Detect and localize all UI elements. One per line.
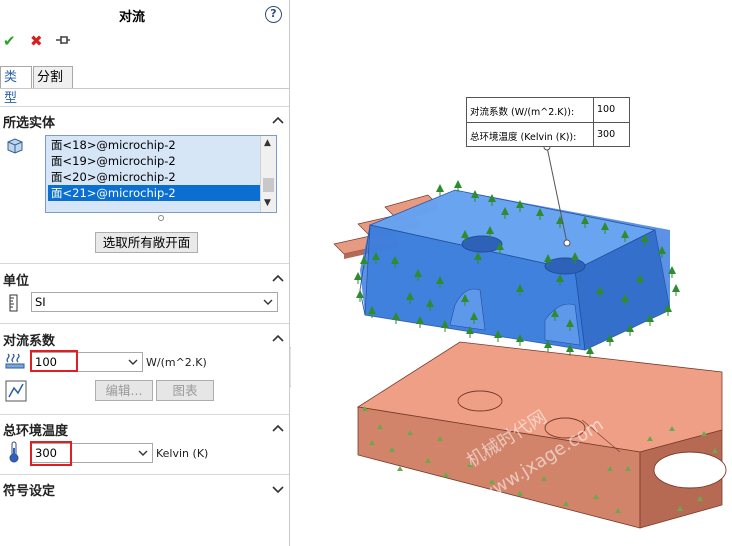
select-all-open-faces-button[interactable]: 选取所有敞开面: [95, 232, 198, 253]
list-item-selected[interactable]: 面<21>@microchip-2: [48, 185, 260, 201]
list-items: 面<18>@microchip-2 面<19>@microchip-2 面<20…: [48, 137, 260, 201]
section-divider: [0, 414, 289, 415]
section-divider: [0, 106, 289, 107]
convection-unit-label: W/(m^2.K): [146, 356, 207, 369]
section-divider: [0, 263, 289, 264]
chevron-down-icon[interactable]: [272, 483, 284, 495]
chart-button[interactable]: 图表: [156, 380, 214, 401]
temperature-unit-label: Kelvin (K): [156, 447, 209, 460]
section-title-selected-entities: 所选实体: [3, 116, 56, 131]
base-plate[interactable]: [356, 341, 727, 529]
callout-divider: [467, 122, 629, 123]
ruler-icon: [9, 294, 19, 315]
list-scrollbar[interactable]: ▲ ▼: [260, 136, 276, 212]
callout-target: [563, 239, 571, 247]
chevron-up-icon[interactable]: [272, 115, 284, 127]
selected-faces-list[interactable]: 面<18>@microchip-2 面<19>@microchip-2 面<20…: [45, 135, 277, 213]
section-divider: [0, 474, 289, 475]
chevron-down-icon: [261, 293, 275, 311]
app-root: 对流 ? ✔ ✖ 类型 分割 所选实体 面<18>@microchip-2 面<: [0, 0, 732, 546]
chevron-down-icon: [126, 353, 140, 371]
list-item[interactable]: 面<19>@microchip-2: [48, 153, 260, 169]
chevron-up-icon[interactable]: [272, 273, 284, 285]
thermometer-icon: [9, 441, 19, 466]
highlight-box: [30, 441, 72, 466]
load-callout[interactable]: 对流系数 (W/(m^2.K)): 100 总环境温度 (Kelvin (K))…: [466, 97, 630, 147]
chevron-up-icon[interactable]: [272, 423, 284, 435]
callout-label: 总环境温度 (Kelvin (K)):: [470, 132, 577, 143]
resize-handle[interactable]: [158, 215, 164, 221]
section-title-convection: 对流系数: [3, 334, 56, 349]
units-select[interactable]: SI: [31, 292, 278, 312]
property-manager: 对流 ? ✔ ✖ 类型 分割 所选实体 面<18>@microchip-2 面<: [0, 0, 290, 546]
callout-label: 对流系数 (W/(m^2.K)):: [470, 107, 575, 118]
section-divider: [0, 323, 289, 324]
section-title-units: 单位: [3, 274, 30, 289]
ok-check-icon[interactable]: ✔: [3, 33, 16, 49]
scrollbar-thumb[interactable]: [263, 178, 274, 192]
convection-coefficient-icon: [5, 352, 27, 373]
section-title-symbol-settings: 符号设定: [3, 484, 56, 499]
cancel-x-icon[interactable]: ✖: [30, 33, 43, 49]
callout-value: 100: [597, 104, 616, 115]
model-view[interactable]: [291, 0, 732, 546]
scroll-up-icon[interactable]: ▲: [264, 138, 271, 148]
scroll-down-icon[interactable]: ▼: [264, 198, 271, 208]
help-icon[interactable]: ?: [265, 6, 282, 23]
pushpin-icon[interactable]: [55, 33, 71, 52]
section-title-ambient-temperature: 总环境温度: [3, 424, 69, 439]
units-value: SI: [35, 295, 46, 309]
list-item[interactable]: 面<20>@microchip-2: [48, 169, 260, 185]
tab-type[interactable]: 类型: [0, 66, 32, 106]
graphics-area[interactable]: 机械时代网 www.jxage.com: [291, 0, 732, 546]
tab-split[interactable]: 分割: [33, 66, 73, 89]
list-item[interactable]: 面<18>@microchip-2: [48, 137, 260, 153]
callout-value: 300: [597, 129, 616, 140]
tab-divider: [0, 88, 289, 89]
callout-row: 对流系数 (W/(m^2.K)): 100: [467, 98, 629, 122]
chart-icon[interactable]: [5, 380, 27, 405]
chevron-down-icon: [136, 444, 150, 462]
edit-button[interactable]: 编辑...: [95, 380, 153, 401]
chevron-up-icon[interactable]: [272, 333, 284, 345]
callout-row: 总环境温度 (Kelvin (K)): 300: [467, 123, 629, 147]
highlight-box: [30, 350, 78, 372]
solid-body-icon: [6, 137, 24, 158]
microchip-body[interactable]: [359, 189, 671, 351]
page-title: 对流: [118, 10, 145, 25]
